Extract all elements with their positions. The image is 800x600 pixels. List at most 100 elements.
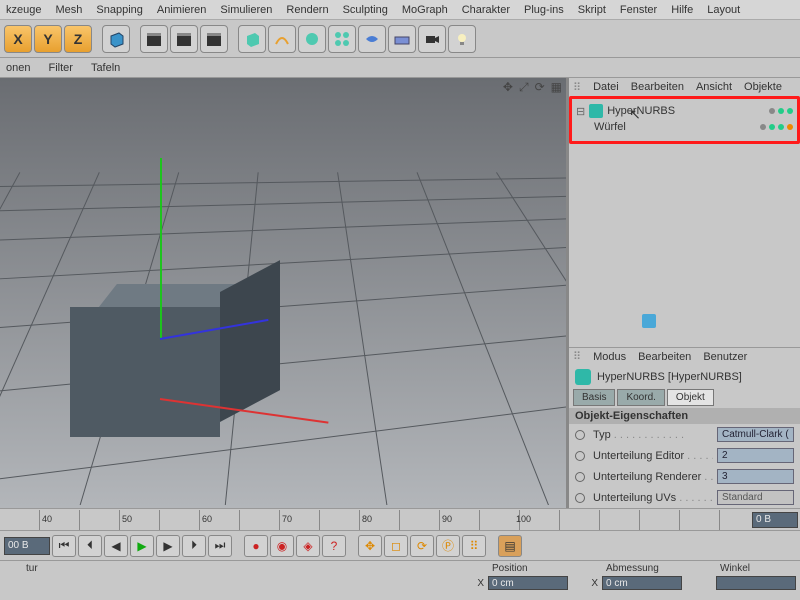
transport-bar: 00 B ⏮ ⏴ ◀ ▶ ▶ ⏵ ⏭ ● ◉ ◈ ? ✥ ◻ ⟳ Ⓟ ⠿ ▤ — [0, 530, 800, 560]
menu-mesh[interactable]: Mesh — [55, 4, 82, 16]
om-objects[interactable]: Objekte — [744, 81, 782, 93]
deform-button[interactable] — [358, 25, 386, 53]
array-button[interactable] — [328, 25, 356, 53]
pla-key-button[interactable]: ⠿ — [462, 535, 486, 557]
nurbs-button[interactable] — [298, 25, 326, 53]
subdiv-uvs-field[interactable]: Standard — [717, 490, 794, 505]
goto-start-button[interactable]: ⏮ — [52, 535, 76, 557]
object-manager-menu: ⠿ Datei Bearbeiten Ansicht Objekte — [569, 78, 800, 96]
pos-x-field[interactable] — [488, 576, 568, 590]
filmstrip-button[interactable]: ▤ — [498, 535, 522, 557]
step-fwd-button[interactable]: ▶ — [156, 535, 180, 557]
am-mode[interactable]: Modus — [593, 351, 626, 363]
tab-basis[interactable]: Basis — [573, 389, 615, 406]
axis-y[interactable] — [160, 158, 162, 338]
goto-end-button[interactable]: ⏭ — [208, 535, 232, 557]
om-edit[interactable]: Bearbeiten — [631, 81, 684, 93]
clapper1-button[interactable] — [140, 25, 168, 53]
tree-row-cube[interactable]: Würfel — [576, 119, 793, 135]
subdiv-editor-field[interactable]: 2 — [717, 448, 794, 463]
floor-button[interactable] — [388, 25, 416, 53]
hypernurbs-icon — [589, 104, 603, 118]
timeline-ruler[interactable]: 40 50 60 70 80 90 100 — [0, 510, 750, 530]
primitive-cube-button[interactable] — [102, 25, 130, 53]
coordinate-bar: tur Position X Abmessung X Winkel — [0, 560, 800, 600]
om-view[interactable]: Ansicht — [696, 81, 732, 93]
radio-icon[interactable] — [575, 493, 585, 503]
am-user[interactable]: Benutzer — [703, 351, 747, 363]
menu-snapping[interactable]: Snapping — [96, 4, 143, 16]
tree-row-hypernurbs[interactable]: ⊟ HyperNURBS ↖ — [576, 103, 793, 119]
axis-x-button[interactable]: X — [4, 25, 32, 53]
record-button[interactable]: ● — [244, 535, 268, 557]
param-key-button[interactable]: Ⓟ — [436, 535, 460, 557]
pos-key-button[interactable]: ✥ — [358, 535, 382, 557]
keysel-button[interactable]: ◈ — [296, 535, 320, 557]
radio-icon[interactable] — [575, 472, 585, 482]
tab-koord[interactable]: Koord. — [617, 389, 664, 406]
menu-help[interactable]: Hilfe — [671, 4, 693, 16]
menu-mograph[interactable]: MoGraph — [402, 4, 448, 16]
camera-button[interactable] — [418, 25, 446, 53]
radio-icon[interactable] — [575, 430, 585, 440]
menu-window[interactable]: Fenster — [620, 4, 657, 16]
subdiv-renderer-field[interactable]: 3 — [717, 469, 794, 484]
sub-options[interactable]: onen — [6, 62, 30, 74]
menu-plugins[interactable]: Plug-ins — [524, 4, 564, 16]
main-split: ✥ ⤢ ⟳ ▦ ⠿ Datei Bearbeiten Ansicht Objek… — [0, 78, 800, 508]
rot-key-button[interactable]: ⟳ — [410, 535, 434, 557]
ang-field[interactable] — [716, 576, 796, 590]
play-button[interactable]: ▶ — [130, 535, 154, 557]
menu-sculpt[interactable]: Sculpting — [343, 4, 388, 16]
right-panel: ⠿ Datei Bearbeiten Ansicht Objekte ⊟ Hyp… — [568, 78, 800, 508]
menu-layout[interactable]: Layout — [707, 4, 740, 16]
dim-x-field[interactable] — [602, 576, 682, 590]
radio-icon[interactable] — [575, 451, 585, 461]
3d-viewport[interactable]: ✥ ⤢ ⟳ ▦ — [0, 78, 568, 508]
menu-tools[interactable]: kzeuge — [6, 4, 41, 16]
step-back-button[interactable]: ◀ — [104, 535, 128, 557]
structure-tab[interactable]: tur — [4, 563, 38, 574]
timeline-start-field[interactable]: 0 B — [752, 512, 798, 528]
light-button[interactable] — [448, 25, 476, 53]
typ-dropdown[interactable]: Catmull-Clark ( — [717, 427, 794, 442]
tab-objekt[interactable]: Objekt — [667, 389, 714, 406]
axis-z-button[interactable]: Z — [64, 25, 92, 53]
orbit-icon[interactable]: ⟳ — [535, 80, 545, 95]
sub-panels[interactable]: Tafeln — [91, 62, 120, 74]
pan-icon[interactable]: ✥ — [503, 80, 513, 95]
cube-icon — [642, 314, 656, 328]
current-frame-field[interactable]: 00 B — [4, 537, 50, 555]
attribute-title: HyperNURBS [HyperNURBS] — [597, 371, 742, 383]
next-key-button[interactable]: ⏵ — [182, 535, 206, 557]
menu-simulate[interactable]: Simulieren — [220, 4, 272, 16]
prop-subdiv-renderer: Unterteilung Renderer 3 — [569, 466, 800, 487]
scale-key-button[interactable]: ◻ — [384, 535, 408, 557]
menu-script[interactable]: Skript — [578, 4, 606, 16]
om-file[interactable]: Datei — [593, 81, 619, 93]
spline-button[interactable] — [268, 25, 296, 53]
position-header: Position — [470, 563, 568, 574]
sub-filter[interactable]: Filter — [48, 62, 72, 74]
cube-object[interactable] — [70, 293, 220, 443]
angle-header: Winkel — [698, 563, 796, 574]
main-menubar: kzeuge Mesh Snapping Animieren Simuliere… — [0, 0, 800, 20]
axis-y-button[interactable]: Y — [34, 25, 62, 53]
attribute-manager-menu: ⠿ Modus Bearbeiten Benutzer — [569, 347, 800, 365]
menu-animate[interactable]: Animieren — [157, 4, 207, 16]
prim1-button[interactable] — [238, 25, 266, 53]
autokey-button[interactable]: ◉ — [270, 535, 294, 557]
prop-subdiv-uvs: Unterteilung UVs Standard — [569, 487, 800, 508]
zoom-icon[interactable]: ⤢ — [519, 80, 529, 95]
prev-key-button[interactable]: ⏴ — [78, 535, 102, 557]
keyopt-button[interactable]: ? — [322, 535, 346, 557]
clapper3-button[interactable] — [200, 25, 228, 53]
timeline: 40 50 60 70 80 90 100 0 B — [0, 508, 800, 530]
am-edit[interactable]: Bearbeiten — [638, 351, 691, 363]
maximize-icon[interactable]: ▦ — [551, 80, 562, 95]
viewport-nav-icons: ✥ ⤢ ⟳ ▦ — [503, 80, 562, 95]
clapper2-button[interactable] — [170, 25, 198, 53]
prop-typ: Typ Catmull-Clark ( — [569, 424, 800, 445]
menu-character[interactable]: Charakter — [462, 4, 510, 16]
menu-render[interactable]: Rendern — [286, 4, 328, 16]
